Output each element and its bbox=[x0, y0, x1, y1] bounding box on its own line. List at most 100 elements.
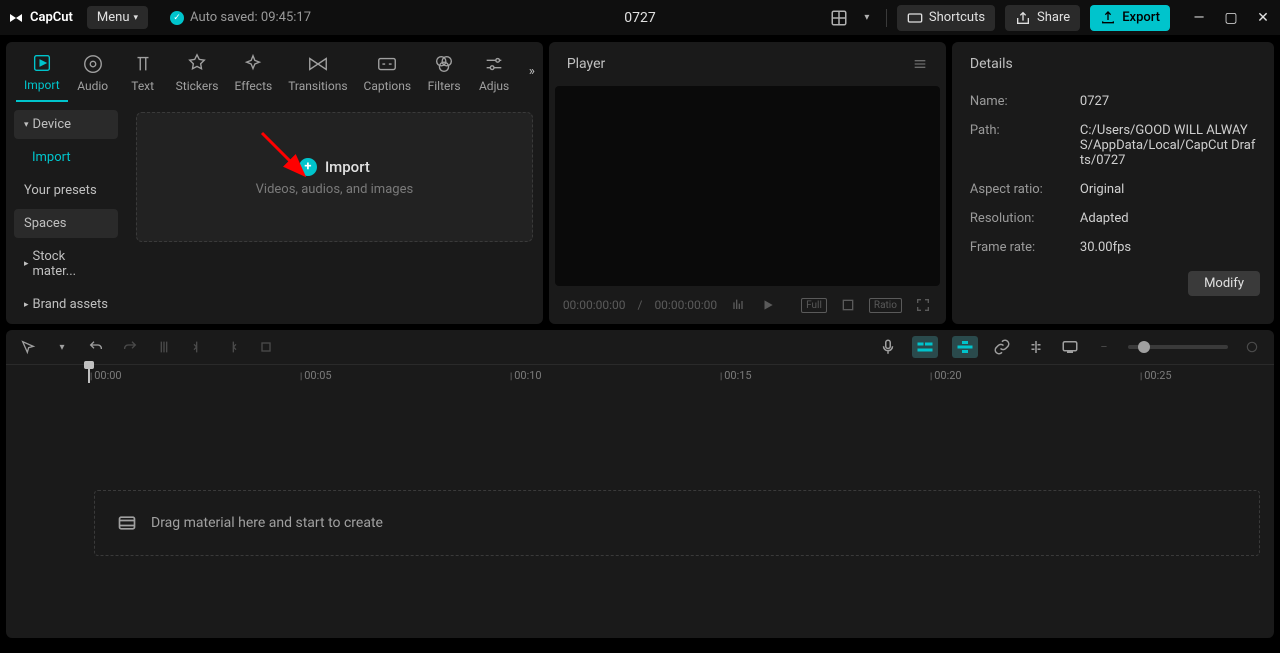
details-title: Details bbox=[970, 56, 1013, 72]
ruler-tick: 00:10 bbox=[510, 369, 542, 382]
align-tool[interactable] bbox=[1026, 337, 1046, 357]
import-hint: Videos, audios, and images bbox=[256, 182, 414, 197]
delete-right-tool bbox=[222, 337, 242, 357]
layout-icon[interactable] bbox=[830, 9, 848, 27]
timecode-total: 00:00:00:00 bbox=[654, 298, 717, 312]
tab-adjust[interactable]: Adjus bbox=[469, 49, 519, 101]
player-panel: Player 00:00:00:00 / 00:00:00:00 Full Ra… bbox=[549, 42, 946, 324]
ratio-button[interactable]: Ratio bbox=[869, 298, 902, 313]
mic-button[interactable] bbox=[878, 337, 898, 357]
text-icon bbox=[132, 53, 154, 75]
sidebar-item-presets[interactable]: Your presets bbox=[14, 176, 118, 205]
tab-stickers[interactable]: Stickers bbox=[168, 49, 227, 101]
preview-tool[interactable] bbox=[1060, 337, 1080, 357]
full-button[interactable]: Full bbox=[801, 298, 827, 313]
title-bar: CapCut Menu▾ ✓ Auto saved: 09:45:17 0727… bbox=[0, 0, 1280, 36]
caret-right-icon: ▸ bbox=[24, 259, 29, 269]
transitions-icon bbox=[307, 53, 329, 75]
sidebar-item-stock[interactable]: ▸Stock mater... bbox=[14, 242, 118, 286]
menu-button[interactable]: Menu▾ bbox=[87, 6, 148, 29]
framerate-label: Frame rate: bbox=[970, 240, 1080, 255]
modify-button[interactable]: Modify bbox=[1188, 271, 1260, 296]
fullscreen-icon[interactable] bbox=[914, 296, 932, 314]
aspect-label: Aspect ratio: bbox=[970, 182, 1080, 197]
sidebar-item-spaces[interactable]: Spaces bbox=[14, 209, 118, 238]
timecode-current: 00:00:00:00 bbox=[563, 298, 626, 312]
sidebar-item-import[interactable]: Import bbox=[14, 143, 118, 172]
track-mode-2[interactable] bbox=[952, 336, 978, 358]
divider bbox=[886, 9, 887, 27]
ruler-tick: 00:00 bbox=[90, 369, 122, 382]
path-value: C:/Users/GOOD WILL ALWAYS/AppData/Local/… bbox=[1080, 123, 1256, 168]
plus-icon: + bbox=[299, 158, 317, 176]
media-tabs: Import Audio Text Stickers Effects Trans… bbox=[6, 42, 543, 102]
tab-audio[interactable]: Audio bbox=[68, 49, 118, 101]
undo-button[interactable] bbox=[86, 337, 106, 357]
zoom-fit[interactable] bbox=[1242, 337, 1262, 357]
share-icon bbox=[1015, 10, 1031, 26]
chevron-down-icon[interactable]: ▾ bbox=[858, 9, 876, 27]
keyboard-icon bbox=[907, 10, 923, 26]
close-button[interactable]: ✕ bbox=[1254, 9, 1272, 27]
link-tool[interactable] bbox=[992, 337, 1012, 357]
play-button[interactable] bbox=[759, 296, 777, 314]
zoom-out[interactable]: − bbox=[1094, 337, 1114, 357]
pointer-tool[interactable] bbox=[18, 337, 38, 357]
menu-icon[interactable] bbox=[912, 56, 928, 72]
framerate-value: 30.00fps bbox=[1080, 240, 1256, 255]
tab-captions[interactable]: Captions bbox=[356, 49, 420, 101]
player-viewport[interactable] bbox=[555, 86, 940, 286]
app-name: CapCut bbox=[30, 10, 73, 25]
name-label: Name: bbox=[970, 94, 1080, 109]
zoom-handle[interactable] bbox=[1138, 341, 1150, 353]
ruler-tick: 00:25 bbox=[1140, 369, 1172, 382]
aspect-value: Original bbox=[1080, 182, 1256, 197]
timeline-toolbar: ▾ − bbox=[6, 330, 1274, 364]
color-meter-icon[interactable] bbox=[729, 296, 747, 314]
effects-icon bbox=[242, 53, 264, 75]
app-logo: CapCut bbox=[8, 10, 73, 26]
import-dropzone[interactable]: + Import Videos, audios, and images bbox=[136, 112, 533, 242]
track-mode-1[interactable] bbox=[912, 336, 938, 358]
adjust-icon bbox=[483, 53, 505, 75]
tabs-more-icon[interactable]: » bbox=[529, 64, 535, 79]
resolution-value: Adapted bbox=[1080, 211, 1256, 226]
autosave-status: ✓ Auto saved: 09:45:17 bbox=[170, 10, 311, 25]
stickers-icon bbox=[186, 53, 208, 75]
player-controls: 00:00:00:00 / 00:00:00:00 Full Ratio bbox=[549, 286, 946, 324]
split-tool bbox=[154, 337, 174, 357]
crop-icon[interactable] bbox=[839, 296, 857, 314]
minimize-button[interactable]: — bbox=[1190, 9, 1208, 27]
shortcuts-button[interactable]: Shortcuts bbox=[897, 5, 995, 31]
crop-tool bbox=[256, 337, 276, 357]
maximize-button[interactable]: ▢ bbox=[1222, 9, 1240, 27]
timeline-drop-hint: Drag material here and start to create bbox=[151, 515, 383, 531]
sidebar-item-brand[interactable]: ▸Brand assets bbox=[14, 290, 118, 319]
caret-down-icon: ▾ bbox=[24, 120, 29, 130]
sidebar-item-device[interactable]: ▾Device bbox=[14, 110, 118, 139]
zoom-slider[interactable] bbox=[1128, 345, 1228, 349]
share-button[interactable]: Share bbox=[1005, 5, 1080, 31]
tab-transitions[interactable]: Transitions bbox=[280, 49, 355, 101]
ruler-tick: 00:05 bbox=[300, 369, 332, 382]
timeline-dropzone[interactable]: Drag material here and start to create bbox=[94, 490, 1260, 556]
redo-button bbox=[120, 337, 140, 357]
check-icon: ✓ bbox=[170, 11, 184, 25]
timeline[interactable]: Drag material here and start to create bbox=[6, 386, 1274, 638]
tab-import[interactable]: Import bbox=[16, 48, 68, 102]
tab-text[interactable]: Text bbox=[118, 49, 168, 101]
export-button[interactable]: Export bbox=[1090, 5, 1170, 31]
resolution-label: Resolution: bbox=[970, 211, 1080, 226]
capcut-icon bbox=[8, 10, 24, 26]
chevron-down-icon[interactable]: ▾ bbox=[52, 337, 72, 357]
timeline-ruler[interactable]: 00:00 00:05 00:10 00:15 00:20 00:25 bbox=[6, 364, 1274, 386]
filters-icon bbox=[433, 53, 455, 75]
import-icon bbox=[31, 52, 53, 74]
tab-effects[interactable]: Effects bbox=[227, 49, 281, 101]
audio-icon bbox=[82, 53, 104, 75]
film-icon bbox=[117, 513, 137, 533]
export-icon bbox=[1100, 10, 1116, 26]
project-title: 0727 bbox=[624, 10, 655, 26]
tab-filters[interactable]: Filters bbox=[419, 49, 469, 101]
media-sidebar: ▾Device Import Your presets Spaces ▸Stoc… bbox=[6, 102, 126, 327]
